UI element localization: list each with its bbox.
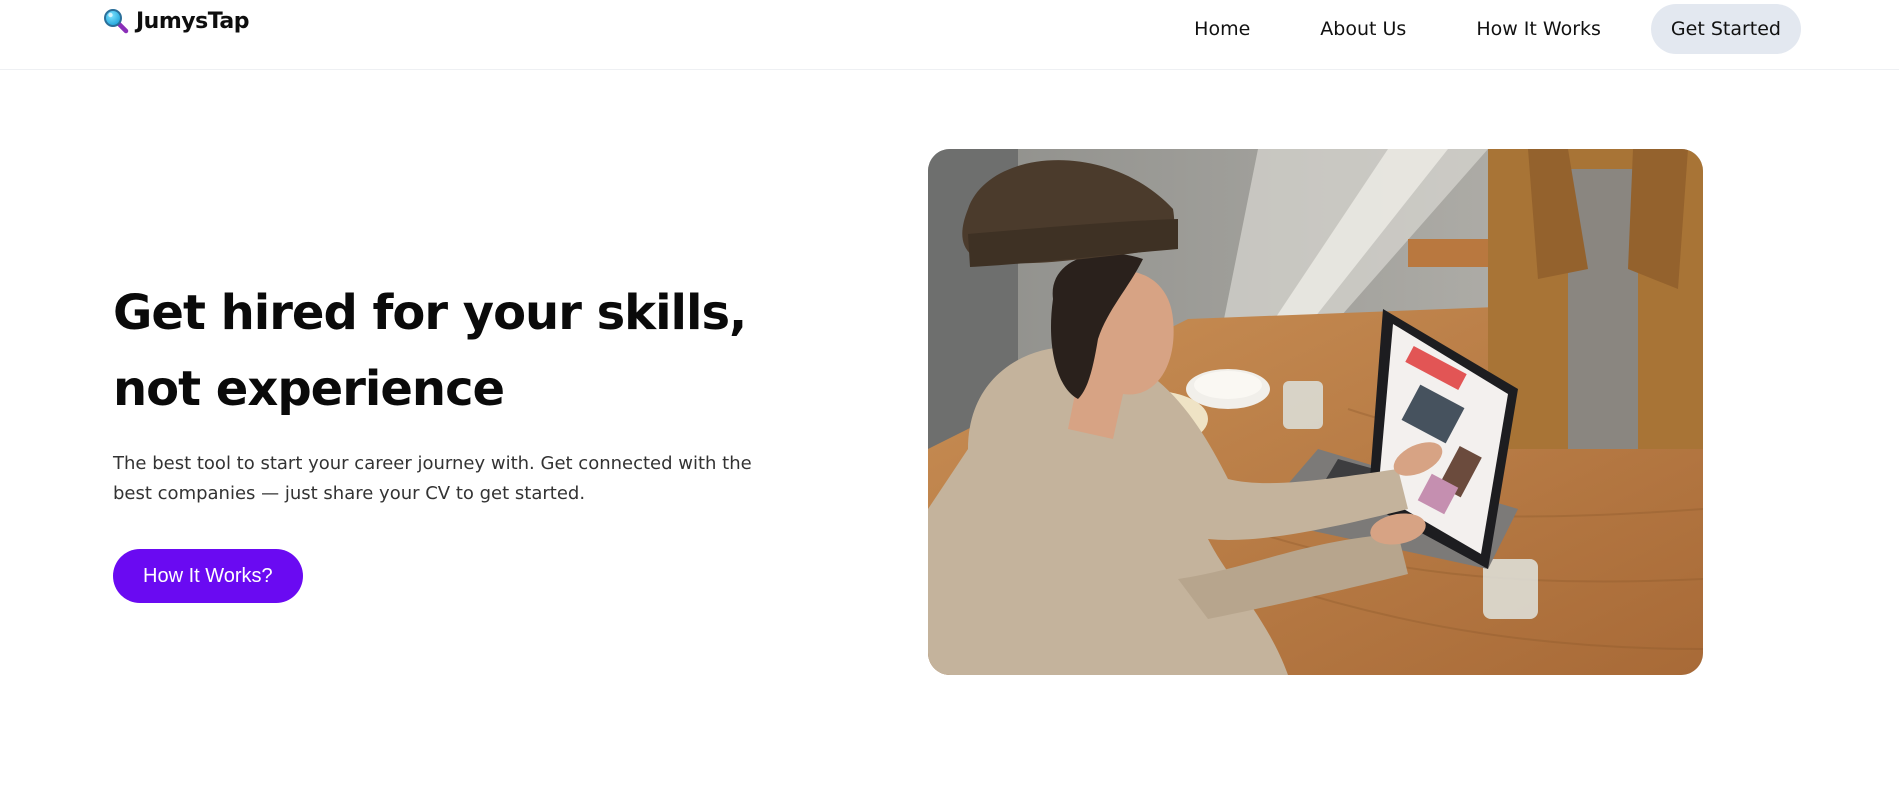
nav-about-us-link[interactable]: About Us: [1285, 18, 1441, 40]
brand-name: JumysTap: [136, 8, 249, 34]
nav-home-link[interactable]: Home: [1159, 18, 1285, 40]
hero-section: Get hired for your skills, not experienc…: [113, 275, 793, 603]
get-started-button[interactable]: Get Started: [1650, 4, 1801, 54]
how-it-works-button[interactable]: How It Works?: [113, 549, 303, 603]
magnifier-icon: [104, 9, 129, 34]
nav-how-it-works-link[interactable]: How It Works: [1441, 18, 1636, 40]
main-nav: Home About Us How It Works Get Started: [1159, 4, 1801, 54]
hero-photo: [928, 149, 1703, 675]
hero-title: Get hired for your skills, not experienc…: [113, 285, 747, 417]
brand-logo[interactable]: JumysTap: [103, 8, 249, 34]
hero-subtitle: The best tool to start your career journ…: [113, 453, 752, 504]
navbar: JumysTap Home About Us How It Works Get …: [0, 0, 1899, 70]
